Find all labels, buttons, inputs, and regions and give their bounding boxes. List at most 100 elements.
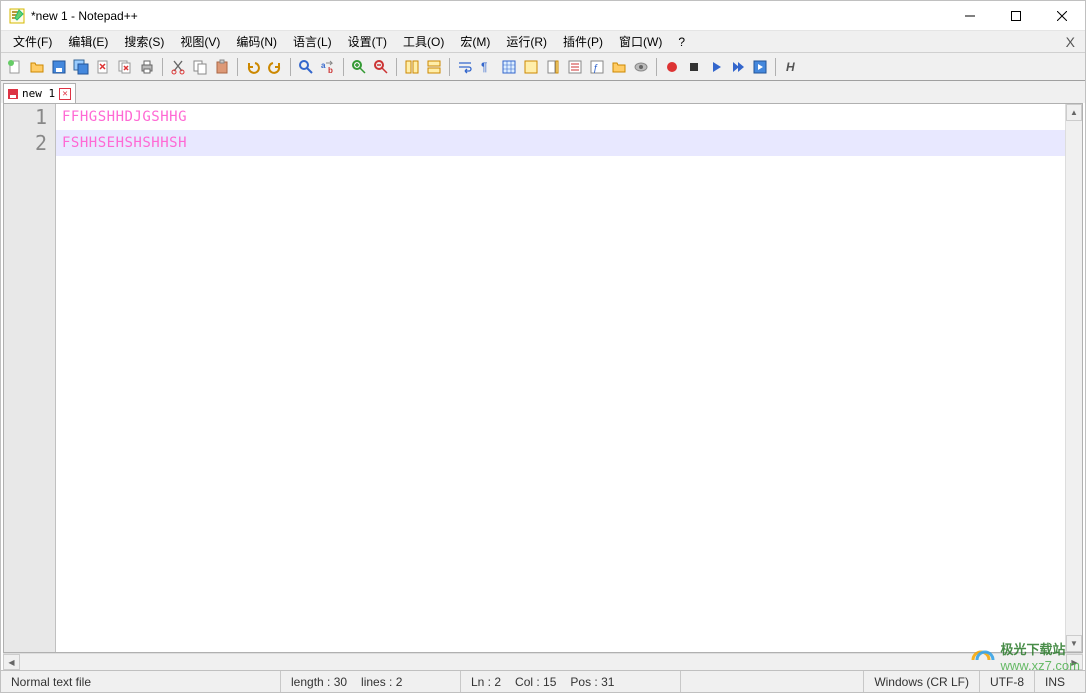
- status-mode[interactable]: INS: [1035, 671, 1085, 692]
- editor: 1 2 FFHGSHHDJGSHHG FSHHSEHSHSHHSH ▲ ▼: [3, 103, 1083, 653]
- menu-help[interactable]: ?: [670, 33, 693, 51]
- line-number-gutter: 1 2: [4, 104, 56, 652]
- scroll-up-icon[interactable]: ▲: [1066, 104, 1082, 121]
- menu-language[interactable]: 语言(L): [285, 31, 340, 52]
- status-encoding[interactable]: UTF-8: [980, 671, 1035, 692]
- user-lang-icon[interactable]: [521, 57, 541, 77]
- svg-text:¶: ¶: [481, 60, 487, 74]
- svg-text:ƒ: ƒ: [593, 63, 599, 74]
- line-number: 2: [4, 130, 55, 156]
- app-icon: [9, 8, 25, 24]
- editor-line[interactable]: FFHGSHHDJGSHHG: [56, 104, 1065, 130]
- indent-guide-icon[interactable]: [499, 57, 519, 77]
- window-title: *new 1 - Notepad++: [31, 9, 947, 23]
- doc-list-icon[interactable]: [565, 57, 585, 77]
- menu-bar-close-icon[interactable]: X: [1056, 34, 1085, 50]
- monitor-icon[interactable]: [631, 57, 651, 77]
- menu-macro[interactable]: 宏(M): [452, 31, 498, 52]
- zoom-in-icon[interactable]: [349, 57, 369, 77]
- folder-icon[interactable]: [609, 57, 629, 77]
- menu-bar: 文件(F) 编辑(E) 搜索(S) 视图(V) 编码(N) 语言(L) 设置(T…: [1, 31, 1085, 53]
- maximize-button[interactable]: [993, 1, 1039, 30]
- toolbar-separator: [237, 58, 238, 76]
- text-area[interactable]: FFHGSHHDJGSHHG FSHHSEHSHSHHSH: [56, 104, 1065, 652]
- menu-window[interactable]: 窗口(W): [611, 31, 670, 52]
- redo-icon[interactable]: [265, 57, 285, 77]
- scroll-track[interactable]: [1066, 121, 1082, 635]
- toolbar-separator: [343, 58, 344, 76]
- close-all-icon[interactable]: [115, 57, 135, 77]
- scroll-left-icon[interactable]: ◀: [3, 654, 20, 670]
- unsaved-indicator-icon: [8, 89, 18, 99]
- new-file-icon[interactable]: [5, 57, 25, 77]
- copy-icon[interactable]: [190, 57, 210, 77]
- tab-label: new 1: [22, 87, 55, 100]
- print-icon[interactable]: [137, 57, 157, 77]
- word-wrap-icon[interactable]: [455, 57, 475, 77]
- toolbar-separator: [396, 58, 397, 76]
- minimize-button[interactable]: [947, 1, 993, 30]
- editor-line[interactable]: FSHHSEHSHSHHSH: [56, 130, 1065, 156]
- svg-text:a: a: [321, 61, 326, 70]
- menu-edit[interactable]: 编辑(E): [60, 31, 116, 52]
- show-all-icon[interactable]: ¶: [477, 57, 497, 77]
- menu-search[interactable]: 搜索(S): [116, 31, 172, 52]
- sync-v-icon[interactable]: [402, 57, 422, 77]
- vertical-scrollbar[interactable]: ▲ ▼: [1065, 104, 1082, 652]
- save-all-icon[interactable]: [71, 57, 91, 77]
- svg-text:H: H: [786, 60, 795, 74]
- close-file-icon[interactable]: [93, 57, 113, 77]
- menu-view[interactable]: 视图(V): [172, 31, 228, 52]
- menu-encoding[interactable]: 编码(N): [228, 31, 285, 52]
- tab-bar: new 1 ✕: [1, 81, 1085, 103]
- line-number: 1: [4, 104, 55, 130]
- menu-plugins[interactable]: 插件(P): [555, 31, 611, 52]
- status-ln: Ln : 2: [471, 675, 501, 689]
- status-length-lines: length : 30 lines : 2: [281, 671, 461, 692]
- toolbar-separator: [449, 58, 450, 76]
- stop-macro-icon[interactable]: [684, 57, 704, 77]
- find-icon[interactable]: [296, 57, 316, 77]
- zoom-out-icon[interactable]: [371, 57, 391, 77]
- doc-map-icon[interactable]: [543, 57, 563, 77]
- status-spacer: [681, 671, 864, 692]
- undo-icon[interactable]: [243, 57, 263, 77]
- toolbar: ab ¶ ƒ H: [1, 53, 1085, 81]
- bold-h-icon[interactable]: H: [781, 57, 801, 77]
- record-macro-icon[interactable]: [662, 57, 682, 77]
- tab-new-1[interactable]: new 1 ✕: [3, 83, 76, 103]
- scroll-right-icon[interactable]: ▶: [1066, 654, 1083, 670]
- tab-close-icon[interactable]: ✕: [59, 88, 71, 100]
- status-bar: Normal text file length : 30 lines : 2 L…: [1, 670, 1085, 692]
- status-col: Col : 15: [515, 675, 556, 689]
- svg-text:b: b: [328, 66, 333, 75]
- play-multi-icon[interactable]: [728, 57, 748, 77]
- open-file-icon[interactable]: [27, 57, 47, 77]
- paste-icon[interactable]: [212, 57, 232, 77]
- status-length: length : 30: [291, 675, 347, 689]
- close-button[interactable]: [1039, 1, 1085, 30]
- sync-h-icon[interactable]: [424, 57, 444, 77]
- status-filetype: Normal text file: [1, 671, 281, 692]
- save-file-icon[interactable]: [49, 57, 69, 77]
- menu-settings[interactable]: 设置(T): [340, 31, 395, 52]
- save-macro-icon[interactable]: [750, 57, 770, 77]
- title-bar: *new 1 - Notepad++: [1, 1, 1085, 31]
- func-list-icon[interactable]: ƒ: [587, 57, 607, 77]
- menu-run[interactable]: 运行(R): [498, 31, 555, 52]
- toolbar-separator: [656, 58, 657, 76]
- toolbar-separator: [290, 58, 291, 76]
- horizontal-scrollbar[interactable]: ◀ ▶: [3, 653, 1083, 670]
- replace-icon[interactable]: ab: [318, 57, 338, 77]
- status-eol[interactable]: Windows (CR LF): [864, 671, 980, 692]
- menu-tools[interactable]: 工具(O): [395, 31, 452, 52]
- window-controls: [947, 1, 1085, 30]
- play-macro-icon[interactable]: [706, 57, 726, 77]
- status-cursor: Ln : 2 Col : 15 Pos : 31: [461, 671, 681, 692]
- status-lines: lines : 2: [361, 675, 402, 689]
- cut-icon[interactable]: [168, 57, 188, 77]
- scroll-down-icon[interactable]: ▼: [1066, 635, 1082, 652]
- scroll-track[interactable]: [20, 654, 1066, 670]
- menu-file[interactable]: 文件(F): [5, 31, 60, 52]
- toolbar-separator: [775, 58, 776, 76]
